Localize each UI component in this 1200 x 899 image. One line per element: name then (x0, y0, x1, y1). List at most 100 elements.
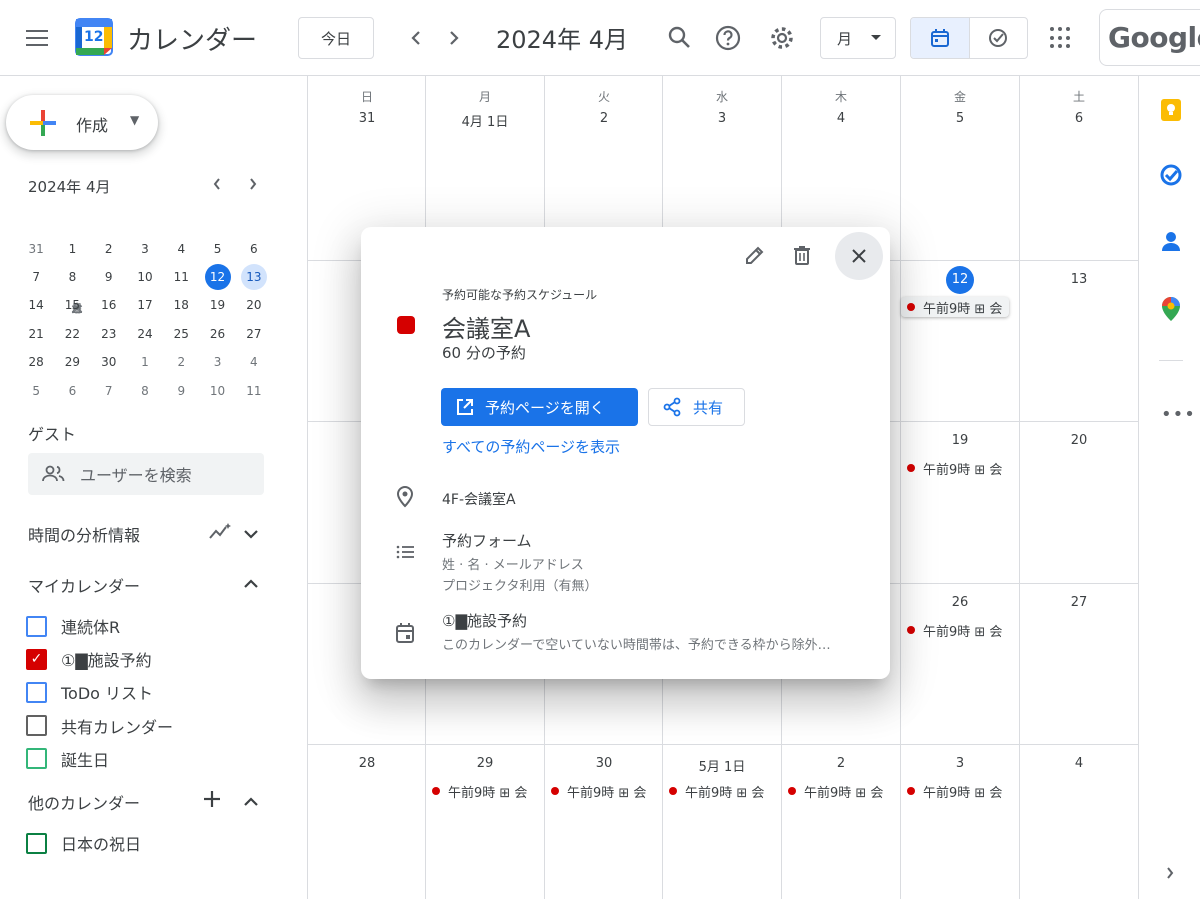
date-cell[interactable]: 27 (1020, 595, 1138, 610)
chevron-down-icon[interactable] (243, 525, 259, 544)
date-cell[interactable]: 26 (901, 595, 1019, 610)
mini-day[interactable]: 25 (163, 320, 199, 348)
mini-day[interactable]: 18 (163, 291, 199, 319)
date-cell[interactable]: 2 (782, 756, 900, 771)
event-chip[interactable]: 午前9時 ⊞ 会 (663, 781, 771, 801)
calendar-item[interactable]: 誕生日 (26, 747, 109, 771)
tasks-view-toggle[interactable] (970, 18, 1028, 58)
mini-day[interactable]: 13 (236, 263, 272, 291)
main-menu-icon[interactable] (26, 30, 48, 46)
date-cell[interactable]: 6 (1020, 111, 1138, 126)
mini-day[interactable]: 3 (199, 348, 235, 376)
mini-day[interactable]: 10 (127, 263, 163, 291)
prev-month-button[interactable] (402, 24, 430, 52)
mini-day[interactable]: 4 (163, 235, 199, 263)
mini-day[interactable]: 2 (163, 348, 199, 376)
calendar-checkbox[interactable] (26, 748, 47, 770)
chevron-right-icon[interactable] (1165, 865, 1175, 884)
mini-day[interactable]: 14 (18, 291, 54, 319)
date-cell[interactable]: 4 (782, 111, 900, 126)
today-date-cell[interactable]: 12 (901, 266, 1019, 294)
maps-icon[interactable] (1161, 296, 1181, 326)
mini-day[interactable]: 15 (54, 291, 90, 319)
calendar-item[interactable]: ToDo リスト (26, 680, 153, 704)
mini-day[interactable]: 17 (127, 291, 163, 319)
calendar-item[interactable]: ✓ ①▇施設予約 (26, 647, 152, 671)
mini-day[interactable]: 16 (91, 291, 127, 319)
other-calendars-heading[interactable]: 他のカレンダー (28, 790, 140, 814)
mini-day[interactable]: 28 (18, 348, 54, 376)
sparkle-chart-icon[interactable] (208, 522, 232, 546)
google-account-button[interactable]: Google (1099, 9, 1200, 66)
calendar-checkbox[interactable] (26, 681, 47, 703)
calendar-item[interactable]: 共有カレンダー (26, 714, 173, 738)
add-calendar-plus-icon[interactable] (203, 790, 221, 812)
mini-day[interactable]: 4 (236, 348, 272, 376)
event-chip[interactable]: 午前9時 ⊞ 会 (545, 781, 653, 801)
date-cell[interactable]: 5月 1日 (663, 756, 781, 775)
mini-next-button[interactable] (248, 176, 258, 195)
all-booking-pages-link[interactable]: すべての予約ページを表示 (442, 436, 620, 457)
mini-day[interactable]: 6 (236, 235, 272, 263)
date-cell[interactable]: 28 (308, 756, 426, 771)
close-button[interactable] (835, 232, 883, 280)
mini-prev-button[interactable] (212, 176, 222, 195)
mini-day[interactable]: 9 (91, 263, 127, 291)
date-cell[interactable]: 31 (308, 111, 426, 126)
mini-day[interactable]: 22 (54, 320, 90, 348)
settings-gear-icon[interactable] (768, 24, 796, 52)
more-dots-icon[interactable]: ••• (1161, 404, 1196, 425)
mini-day[interactable]: 30 (91, 348, 127, 376)
date-cell[interactable]: 29 (426, 756, 544, 771)
date-cell[interactable]: 20 (1020, 433, 1138, 448)
calendar-item[interactable]: 日本の祝日 (26, 831, 141, 855)
mini-day[interactable]: 8 (54, 263, 90, 291)
chevron-up-icon[interactable] (243, 575, 259, 594)
mini-day[interactable]: 6 (54, 377, 90, 405)
share-button[interactable]: 共有 (648, 388, 745, 426)
next-month-button[interactable] (440, 24, 468, 52)
event-chip[interactable]: 午前9時 ⊞ 会 (426, 781, 534, 801)
edit-pencil-icon[interactable] (744, 244, 766, 270)
calendar-checkbox[interactable] (26, 715, 47, 737)
mini-day[interactable]: 10 (199, 377, 235, 405)
calendar-checkbox[interactable]: ✓ (26, 648, 47, 670)
event-chip[interactable]: 午前9時 ⊞ 会 (901, 458, 1009, 478)
mini-day[interactable]: 5 (18, 377, 54, 405)
mini-day[interactable]: 20 (236, 291, 272, 319)
my-calendars-heading[interactable]: マイカレンダー (28, 573, 140, 597)
date-cell[interactable]: 3 (901, 756, 1019, 771)
mini-day[interactable]: 2 (91, 235, 127, 263)
keep-icon[interactable] (1160, 98, 1182, 126)
mini-day[interactable]: 27 (236, 320, 272, 348)
contacts-icon[interactable] (1160, 230, 1182, 256)
event-chip[interactable]: 午前9時 ⊞ 会 (901, 297, 1009, 317)
event-chip[interactable]: 午前9時 ⊞ 会 (782, 781, 890, 801)
event-chip[interactable]: 午前9時 ⊞ 会 (901, 781, 1009, 801)
date-cell[interactable]: 2 (545, 111, 663, 126)
apps-grid-icon[interactable] (1050, 27, 1072, 49)
mini-day[interactable]: 26 (199, 320, 235, 348)
mini-day[interactable]: 29 (54, 348, 90, 376)
event-chip[interactable]: 午前9時 ⊞ 会 (901, 620, 1009, 640)
calendar-item[interactable]: 連続体R (26, 614, 120, 638)
date-cell[interactable]: 30 (545, 756, 663, 771)
view-select[interactable]: 月 (820, 17, 896, 59)
date-cell[interactable]: 4月 1日 (426, 111, 544, 130)
help-icon[interactable] (714, 24, 742, 52)
search-users-input[interactable]: ユーザーを検索 (28, 453, 264, 495)
tasks-icon[interactable] (1160, 164, 1182, 190)
mini-day[interactable]: 21 (18, 320, 54, 348)
mini-day[interactable]: 11 (163, 263, 199, 291)
calendar-checkbox[interactable] (26, 832, 47, 854)
mini-day[interactable]: 9 (163, 377, 199, 405)
mini-day[interactable]: 7 (18, 263, 54, 291)
mini-day[interactable]: 5 (199, 235, 235, 263)
chevron-up-icon[interactable] (243, 793, 259, 812)
mini-day[interactable]: 31 (18, 235, 54, 263)
open-booking-page-button[interactable]: 予約ページを開く (441, 388, 638, 426)
date-cell[interactable]: 5 (901, 111, 1019, 126)
mini-day[interactable]: 23 (91, 320, 127, 348)
mini-day[interactable]: 12 (199, 263, 235, 291)
delete-trash-icon[interactable] (791, 244, 813, 270)
